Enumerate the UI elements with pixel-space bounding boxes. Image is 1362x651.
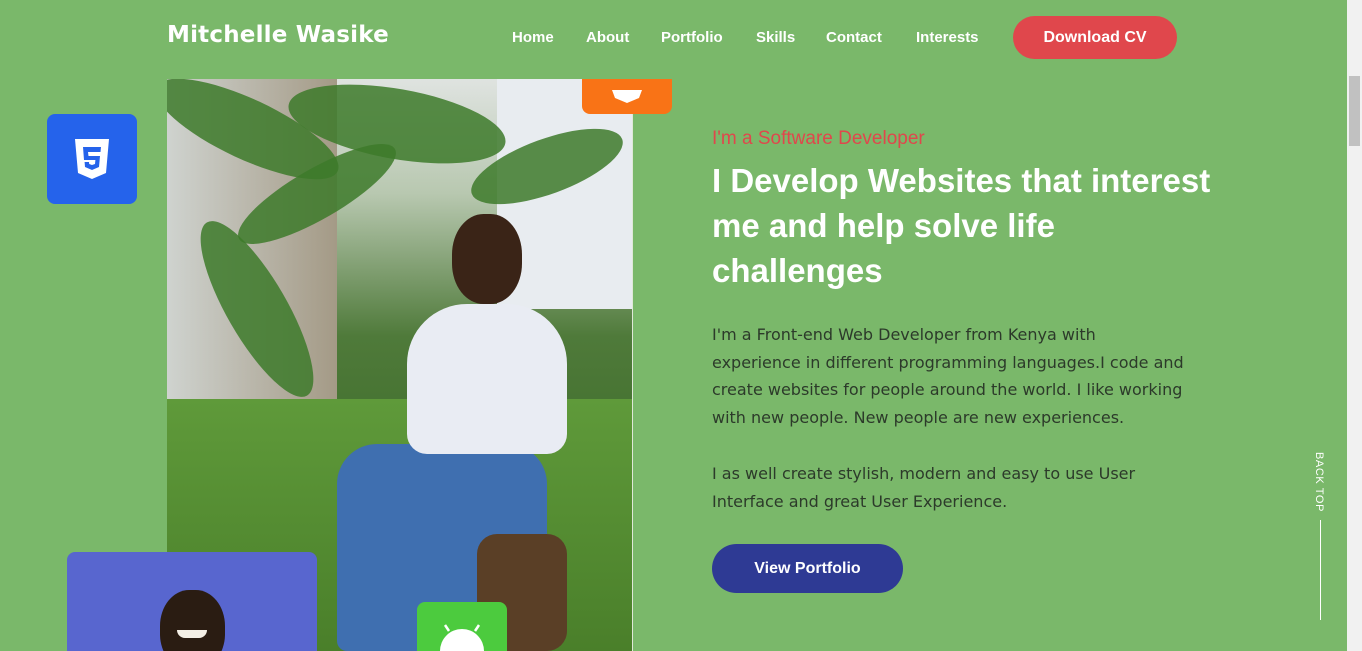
css3-icon bbox=[75, 139, 109, 179]
html5-icon bbox=[612, 89, 642, 103]
page-scrollbar[interactable] bbox=[1347, 0, 1362, 651]
view-portfolio-button[interactable]: View Portfolio bbox=[712, 544, 903, 593]
android-tile bbox=[417, 602, 507, 651]
back-top-line bbox=[1320, 520, 1321, 620]
avatar-card bbox=[67, 552, 317, 651]
android-icon bbox=[440, 624, 484, 651]
css3-tile bbox=[47, 114, 137, 204]
nav-portfolio[interactable]: Portfolio bbox=[661, 29, 723, 46]
back-to-top-link[interactable]: BACK TOP bbox=[1313, 452, 1329, 622]
brand-logo[interactable]: Mitchelle Wasike bbox=[167, 22, 389, 48]
hero-paragraph-1: I'm a Front-end Web Developer from Kenya… bbox=[712, 325, 1184, 427]
hero-headline: I Develop Websites that interest me and … bbox=[712, 162, 1211, 289]
hero-paragraph-2: I as well create stylish, modern and eas… bbox=[712, 464, 1136, 511]
download-cv-button[interactable]: Download CV bbox=[1013, 16, 1177, 59]
nav-contact[interactable]: Contact bbox=[826, 29, 882, 46]
hero-eyebrow: I'm a Software Developer bbox=[712, 128, 925, 149]
scrollbar-thumb[interactable] bbox=[1349, 76, 1360, 146]
nav-interests[interactable]: Interests bbox=[916, 29, 979, 46]
nav-about[interactable]: About bbox=[586, 29, 629, 46]
nav-skills[interactable]: Skills bbox=[756, 29, 795, 46]
back-top-label: BACK TOP bbox=[1313, 452, 1325, 513]
nav-home[interactable]: Home bbox=[512, 29, 554, 46]
top-navbar: Mitchelle Wasike Home About Portfolio Sk… bbox=[0, 0, 1347, 78]
html5-tile bbox=[582, 79, 672, 114]
